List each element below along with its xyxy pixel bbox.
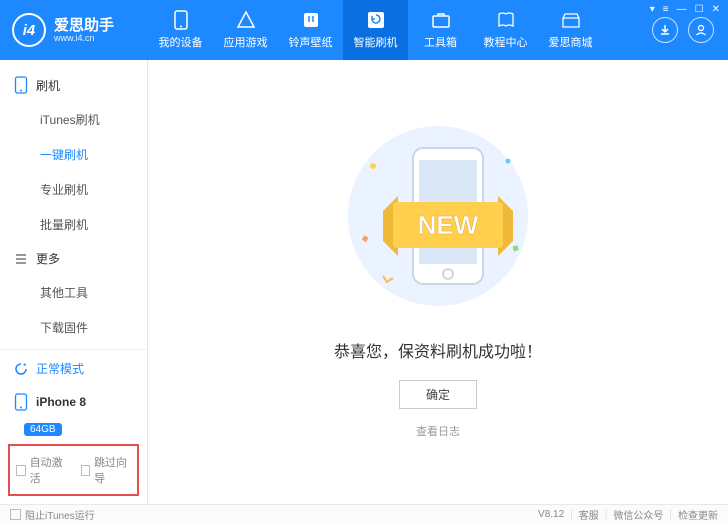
success-illustration: NEW [323, 116, 553, 316]
sidebar-item-itunes-flash[interactable]: iTunes刷机 [0, 102, 147, 137]
main-content: NEW 恭喜您，保资料刷机成功啦！ 确定 查看日志 [148, 60, 728, 504]
header-mini-icon-2[interactable]: ≡ [663, 4, 669, 15]
maximize-button[interactable]: ☐ [695, 4, 704, 15]
header-mini-icon-1[interactable]: ▾ [650, 4, 655, 15]
sidebar-item-download-fw[interactable]: 下载固件 [0, 310, 147, 345]
support-link[interactable]: 客服 [579, 507, 599, 522]
user-button[interactable] [688, 17, 714, 43]
sidebar-item-pro-flash[interactable]: 专业刷机 [0, 172, 147, 207]
logo-icon: i4 [12, 13, 46, 47]
storage-badge: 64GB [24, 423, 62, 436]
option-box-highlight: 自动激活 跳过向导 [8, 444, 139, 496]
sidebar-group-flash[interactable]: 刷机 [0, 68, 147, 102]
confirm-button[interactable]: 确定 [399, 380, 477, 409]
app-header: ▾ ≡ — ☐ ✕ i4 爱思助手 www.i4.cn 我的设备 应用游戏 铃声… [0, 0, 728, 60]
auto-activate-checkbox[interactable]: 自动激活 [16, 454, 67, 486]
version-label: V8.12 [538, 509, 564, 520]
app-site: www.i4.cn [54, 33, 114, 43]
nav-tutorials[interactable]: 教程中心 [473, 0, 538, 60]
device-mode-status[interactable]: 正常模式 [0, 350, 147, 387]
store-icon [561, 10, 581, 30]
device-info[interactable]: iPhone 8 [0, 387, 147, 421]
success-message: 恭喜您，保资料刷机成功啦！ [334, 338, 542, 362]
app-name: 爱思助手 [54, 18, 114, 33]
wechat-link[interactable]: 微信公众号 [613, 507, 663, 522]
minimize-button[interactable]: — [677, 4, 687, 15]
sidebar-item-batch-flash[interactable]: 批量刷机 [0, 207, 147, 242]
sidebar-item-onekey-flash[interactable]: 一键刷机 [0, 137, 147, 172]
phone-icon [171, 10, 191, 30]
sidebar-group-more[interactable]: 更多 [0, 242, 147, 275]
device-name: iPhone 8 [36, 395, 86, 409]
apps-icon [236, 10, 256, 30]
refresh-icon [366, 10, 386, 30]
logo: i4 爱思助手 www.i4.cn [0, 13, 148, 47]
book-icon [496, 10, 516, 30]
menu-icon [14, 252, 28, 266]
sync-icon [14, 362, 28, 376]
check-update-link[interactable]: 检查更新 [678, 507, 718, 522]
new-badge-text: NEW [418, 210, 479, 240]
nav-ringtones[interactable]: 铃声壁纸 [278, 0, 343, 60]
sidebar-item-other-tools[interactable]: 其他工具 [0, 275, 147, 310]
top-nav: 我的设备 应用游戏 铃声壁纸 智能刷机 工具箱 教程中心 爱思商城 [148, 0, 603, 60]
nav-toolbox[interactable]: 工具箱 [408, 0, 473, 60]
music-icon [301, 10, 321, 30]
window-controls: ▾ ≡ — ☐ ✕ [650, 4, 720, 15]
header-actions [652, 17, 728, 43]
status-bar: 阻止iTunes运行 V8.12| 客服| 微信公众号| 检查更新 [0, 504, 728, 524]
toolbox-icon [431, 10, 451, 30]
block-itunes-checkbox[interactable]: 阻止iTunes运行 [10, 507, 95, 522]
skip-guide-checkbox[interactable]: 跳过向导 [81, 454, 132, 486]
nav-store[interactable]: 爱思商城 [538, 0, 603, 60]
phone-icon [14, 76, 28, 94]
sidebar: 刷机 iTunes刷机 一键刷机 专业刷机 批量刷机 更多 其他工具 下载固件 … [0, 60, 148, 504]
download-button[interactable] [652, 17, 678, 43]
nav-apps[interactable]: 应用游戏 [213, 0, 278, 60]
nav-flash[interactable]: 智能刷机 [343, 0, 408, 60]
nav-my-device[interactable]: 我的设备 [148, 0, 213, 60]
close-button[interactable]: ✕ [712, 4, 720, 15]
view-log-link[interactable]: 查看日志 [416, 423, 460, 439]
phone-icon [14, 393, 28, 411]
